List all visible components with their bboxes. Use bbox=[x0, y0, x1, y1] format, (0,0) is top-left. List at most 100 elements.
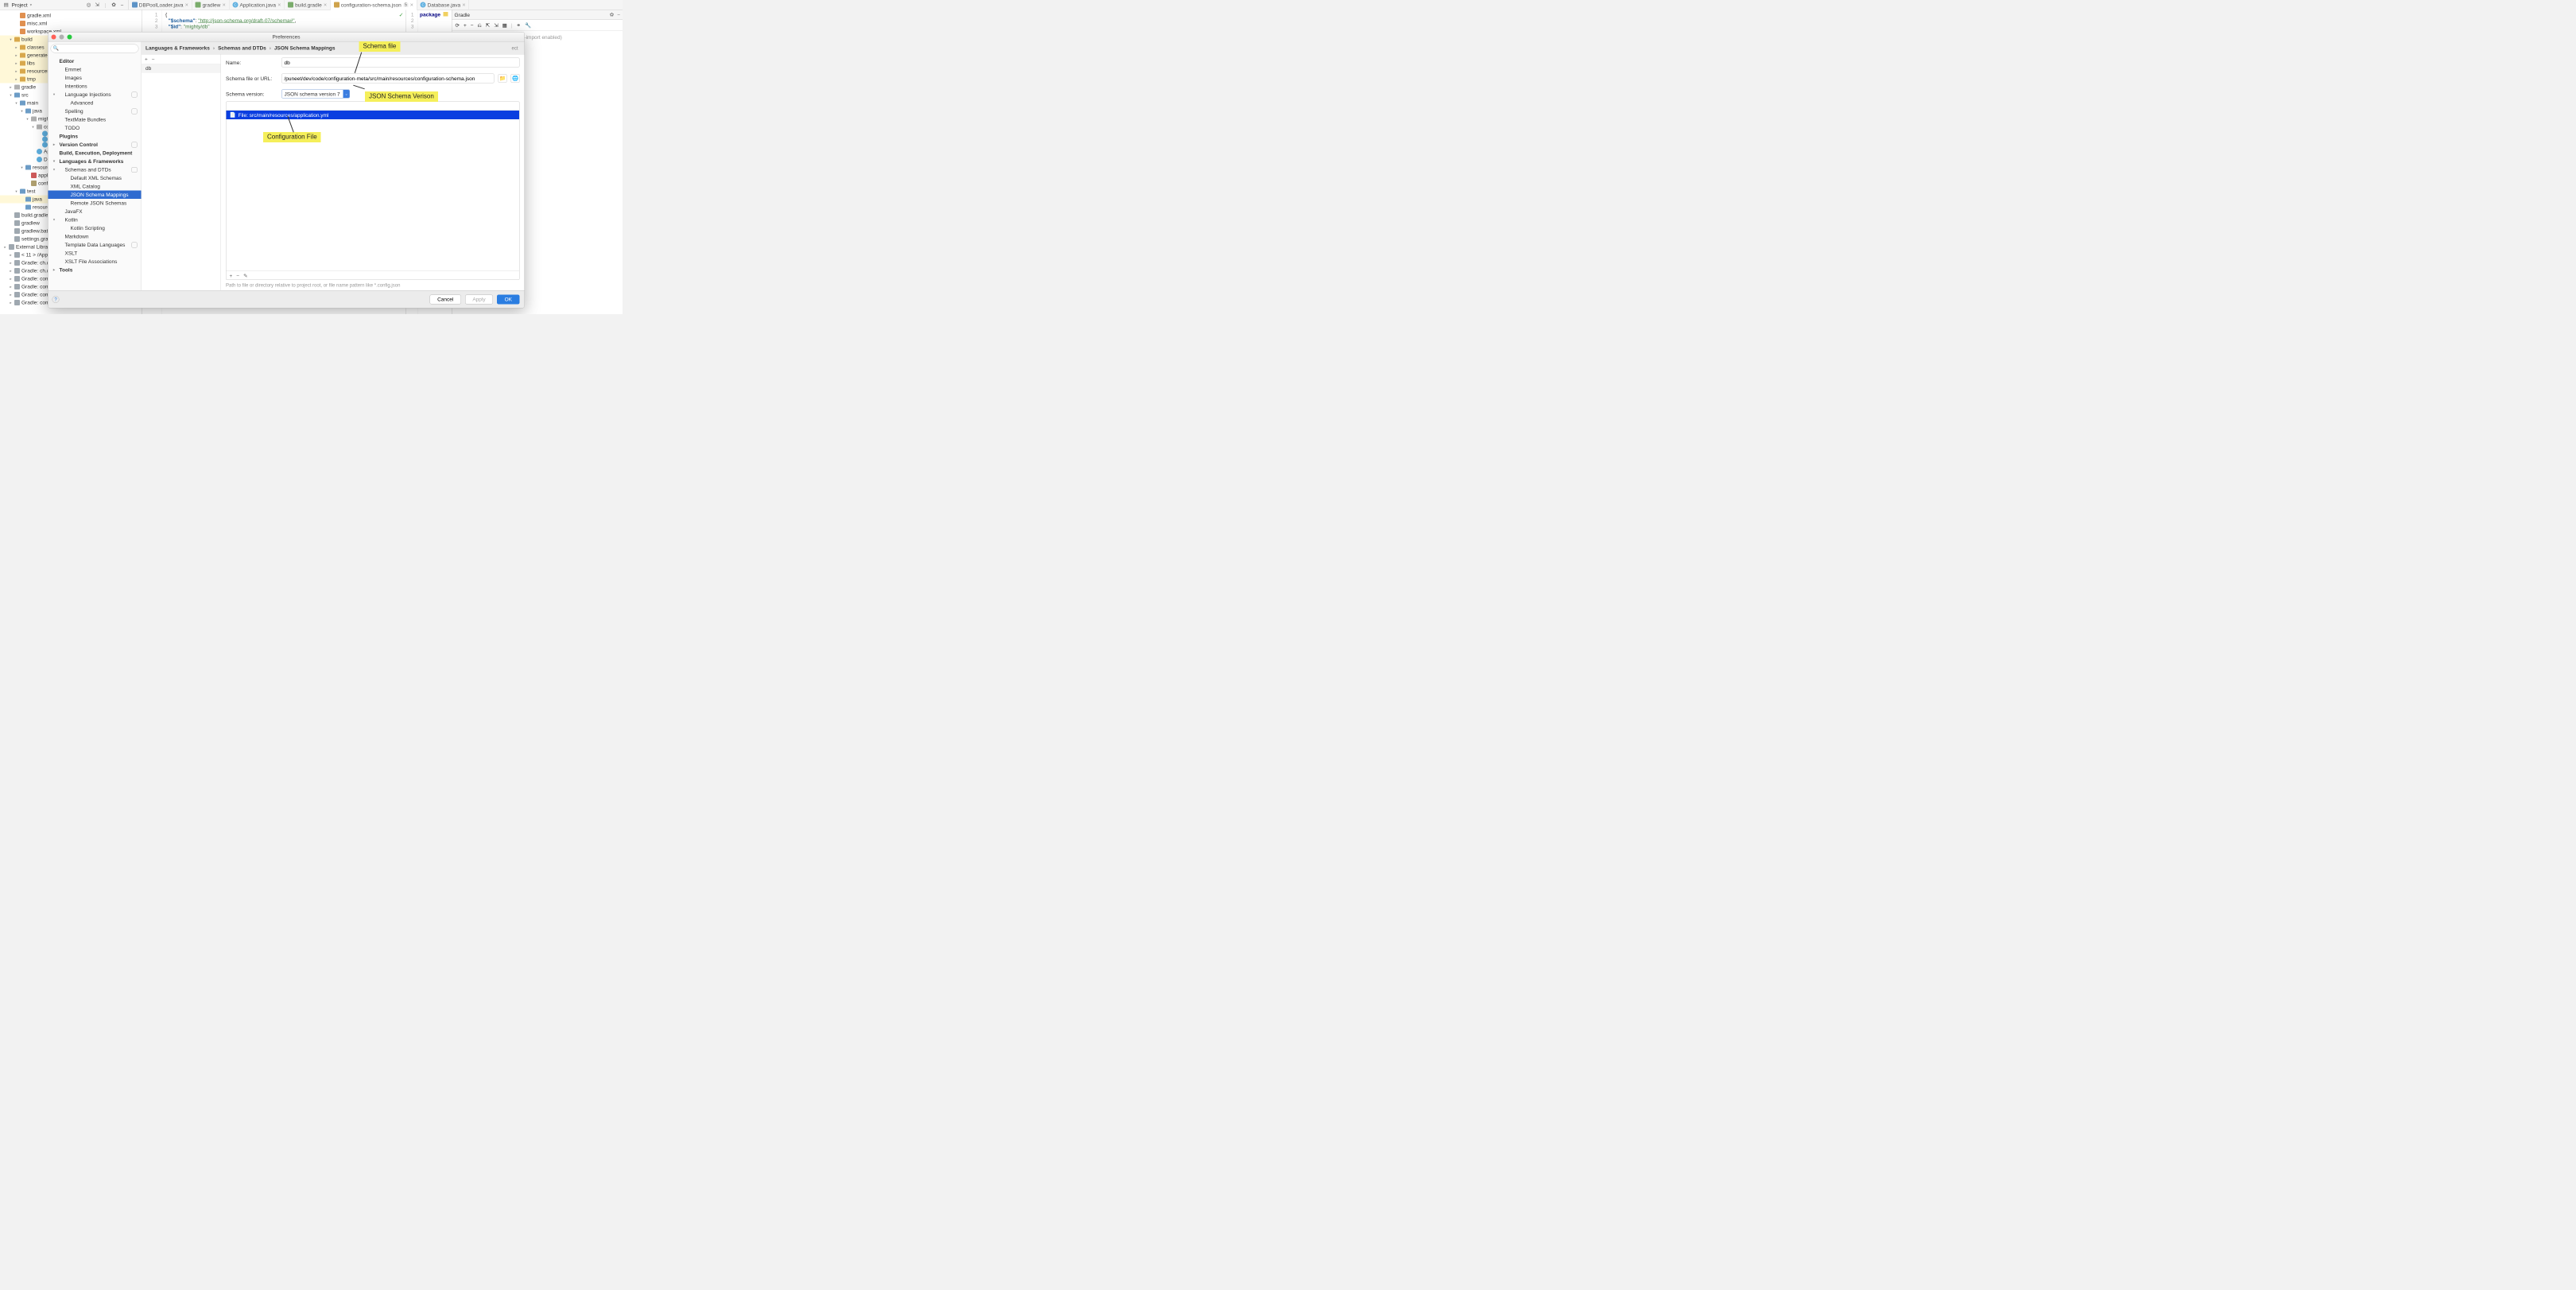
file-icon bbox=[42, 137, 48, 142]
pref-nav-item[interactable]: JavaFX bbox=[48, 208, 142, 216]
pref-nav-item[interactable]: Plugins bbox=[48, 132, 142, 141]
close-icon[interactable]: ✕ bbox=[409, 2, 413, 8]
file-icon bbox=[42, 142, 48, 148]
editor-tab[interactable]: DBPoolLoader.java✕ bbox=[129, 0, 192, 10]
search-input[interactable] bbox=[51, 45, 139, 53]
collapse-all-icon[interactable]: ⇲ bbox=[494, 22, 498, 29]
tree-row[interactable]: misc.xml bbox=[0, 20, 142, 28]
pref-nav-item[interactable]: Emmet bbox=[48, 65, 142, 74]
version-select[interactable]: JSON schema version 7 ⌄ bbox=[281, 90, 350, 99]
close-icon[interactable]: ✕ bbox=[462, 2, 466, 8]
pref-nav-item[interactable]: Intentions bbox=[48, 82, 142, 91]
editor-tab[interactable]: CApplication.java✕ bbox=[229, 0, 285, 10]
project-label[interactable]: Project bbox=[12, 2, 28, 8]
globe-icon[interactable]: 🌐 bbox=[511, 74, 520, 83]
add-icon[interactable]: + bbox=[145, 56, 148, 63]
add-icon[interactable]: + bbox=[464, 22, 467, 29]
dialog-titlebar[interactable]: Preferences bbox=[48, 33, 525, 42]
folder-icon bbox=[14, 93, 20, 98]
editor-tab[interactable]: build.gradle✕ bbox=[285, 0, 331, 10]
folder-icon bbox=[20, 53, 25, 58]
pref-nav-item[interactable]: Spelling bbox=[48, 107, 142, 116]
tab-label: configuration-schema.json bbox=[341, 2, 402, 8]
gradle-toolbar: ⟳ + − ⎌ ⇱ ⇲ ▦ | ⚭ 🔧 bbox=[452, 20, 623, 31]
target-icon[interactable]: ◎ bbox=[86, 2, 92, 8]
mapping-item[interactable]: db bbox=[142, 64, 221, 73]
close-icon[interactable] bbox=[52, 34, 56, 39]
project-badge-icon bbox=[132, 108, 138, 114]
apply-button[interactable]: Apply bbox=[465, 294, 493, 304]
close-icon[interactable]: ✕ bbox=[277, 2, 281, 8]
pref-nav-item[interactable]: TextMate Bundles bbox=[48, 115, 142, 124]
file-type-icon: C bbox=[232, 2, 238, 8]
expand-all-icon[interactable]: ⇱ bbox=[486, 22, 490, 29]
url-input[interactable] bbox=[281, 74, 495, 84]
pref-nav-item[interactable]: Default XML Schemas bbox=[48, 174, 142, 183]
pref-nav-item[interactable]: XSLT File Associations bbox=[48, 258, 142, 266]
pref-nav-item[interactable]: ▾Schemas and DTDs bbox=[48, 165, 142, 174]
browse-icon[interactable]: 📁 bbox=[499, 74, 507, 83]
file-type-icon bbox=[196, 2, 201, 8]
remove-icon[interactable]: − bbox=[152, 56, 155, 63]
chevron-down-icon: ⌄ bbox=[343, 90, 350, 98]
close-icon[interactable]: ✕ bbox=[222, 2, 226, 8]
ok-button[interactable]: OK bbox=[497, 294, 519, 304]
pref-nav-item[interactable]: XML Catalog bbox=[48, 182, 142, 191]
maximize-icon[interactable] bbox=[68, 34, 72, 39]
expand-icon[interactable]: ⇲ bbox=[94, 2, 100, 8]
url-label: Schema file or URL: bbox=[226, 76, 277, 82]
pref-nav-item[interactable]: Advanced bbox=[48, 99, 142, 107]
main-toolbar: ▤ Project ▾ ◎ ⇲ | ✿ − DBPoolLoader.java✕… bbox=[0, 0, 623, 10]
file-icon bbox=[31, 181, 37, 186]
dialog-title: Preferences bbox=[272, 34, 300, 41]
collapse-icon[interactable]: − bbox=[119, 2, 126, 8]
tasks-icon[interactable]: ▦ bbox=[502, 22, 507, 29]
pref-nav-item[interactable]: ▸Version Control bbox=[48, 141, 142, 150]
editor-tab[interactable]: CDatabase.java✕ bbox=[417, 0, 470, 10]
file-icon bbox=[20, 29, 25, 34]
editor-tab[interactable]: configuration-schema.json5✕ bbox=[331, 0, 417, 10]
remove-icon[interactable]: − bbox=[236, 273, 239, 279]
add-icon[interactable]: + bbox=[230, 273, 233, 279]
folder-icon bbox=[14, 85, 20, 90]
breadcrumb: Languages & Frameworks› Schemas and DTDs… bbox=[142, 42, 525, 55]
tab-label: Application.java bbox=[239, 2, 276, 8]
remove-icon[interactable]: − bbox=[471, 22, 474, 29]
close-icon[interactable]: ✕ bbox=[184, 2, 188, 8]
file-icon bbox=[31, 173, 37, 178]
cancel-button[interactable]: Cancel bbox=[430, 294, 461, 304]
gear-icon[interactable]: ✿ bbox=[111, 2, 117, 8]
pref-nav-item[interactable]: Images bbox=[48, 74, 142, 83]
pref-nav-item[interactable]: ▸Tools bbox=[48, 266, 142, 274]
help-icon[interactable]: ? bbox=[52, 296, 60, 303]
refresh-icon[interactable]: ⟳ bbox=[456, 22, 460, 29]
pref-nav-item[interactable]: ▾Languages & Frameworks bbox=[48, 157, 142, 166]
link-icon[interactable]: ⎌ bbox=[478, 22, 482, 29]
pref-nav-item[interactable]: TODO bbox=[48, 124, 142, 133]
pref-nav-item[interactable]: JSON Schema Mappings bbox=[48, 191, 142, 200]
folder-icon bbox=[25, 109, 31, 114]
dropdown-icon[interactable]: ▾ bbox=[30, 2, 32, 7]
editor-tab[interactable]: gradlew✕ bbox=[192, 0, 230, 10]
hint-text: Path to file or directory relative to pr… bbox=[221, 280, 525, 290]
pref-nav-item[interactable]: Editor bbox=[48, 57, 142, 66]
pref-nav-item[interactable]: XSLT bbox=[48, 249, 142, 258]
close-icon[interactable]: ✕ bbox=[324, 2, 328, 8]
pref-nav-item[interactable]: Markdown bbox=[48, 232, 142, 241]
file-icon bbox=[14, 300, 20, 305]
name-input[interactable] bbox=[281, 58, 520, 68]
pref-nav-item[interactable]: Remote JSON Schemas bbox=[48, 199, 142, 208]
pref-nav-item[interactable]: ▾Language Injections bbox=[48, 91, 142, 99]
edit-icon[interactable]: ✎ bbox=[243, 273, 247, 279]
search-icon: 🔍 bbox=[53, 45, 59, 51]
wrench-icon[interactable]: 🔧 bbox=[525, 22, 531, 29]
gear-icon[interactable]: ✿ bbox=[610, 12, 614, 18]
collapse-icon[interactable]: − bbox=[617, 12, 620, 18]
pref-nav-item[interactable]: Kotlin Scripting bbox=[48, 224, 142, 233]
file-entry[interactable]: 📄 File: src/main/resources/application.y… bbox=[227, 111, 520, 119]
pref-nav-item[interactable]: Build, Execution, Deployment bbox=[48, 149, 142, 157]
pref-nav-item[interactable]: Template Data Languages bbox=[48, 241, 142, 250]
pref-nav-item[interactable]: ▾Kotlin bbox=[48, 216, 142, 224]
offline-icon[interactable]: ⚭ bbox=[517, 22, 521, 29]
tree-row[interactable]: gradle.xml bbox=[0, 12, 142, 20]
